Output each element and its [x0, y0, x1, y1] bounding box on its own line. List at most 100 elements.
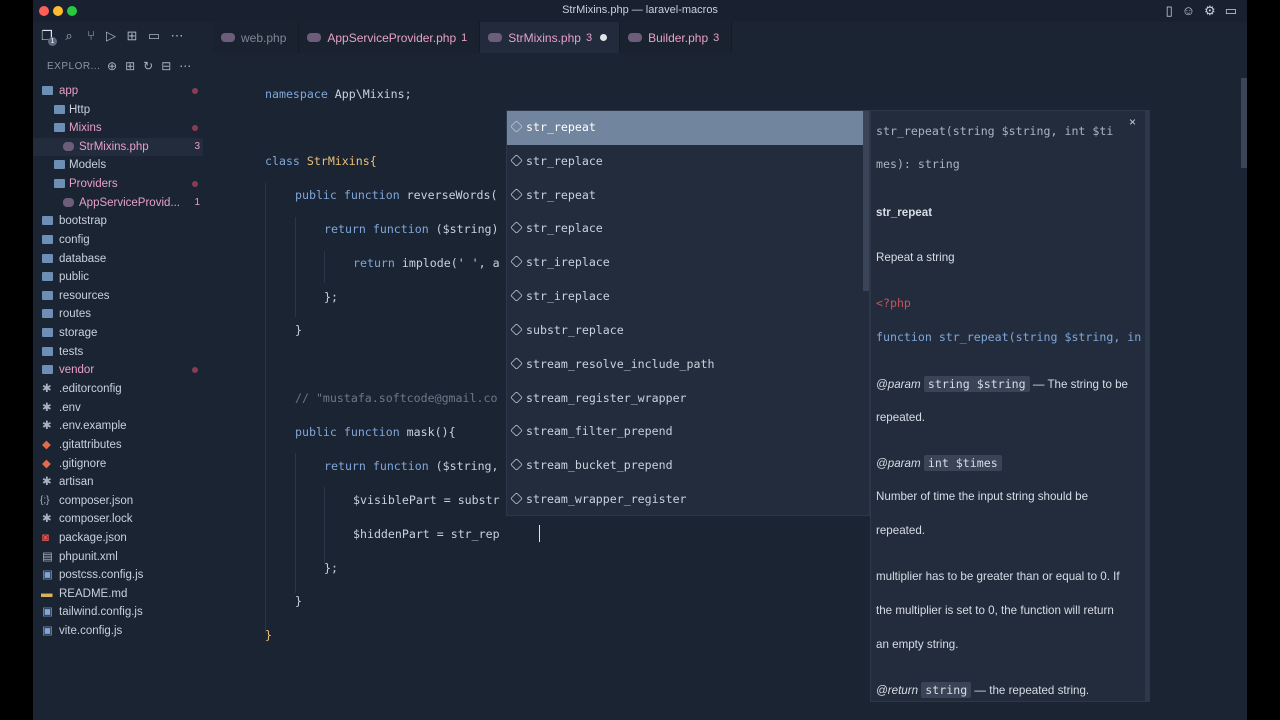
npm-icon: ◙: [42, 532, 49, 544]
source-control-icon[interactable]: ⑂: [83, 28, 99, 44]
tree-folder-database[interactable]: database: [33, 250, 203, 268]
php-file-icon: [628, 33, 643, 42]
tree-file-readme[interactable]: ▬ README.md: [33, 585, 203, 603]
suggestion-item[interactable]: str_replace: [507, 212, 869, 246]
tree-file-tailwind-config[interactable]: ▣ tailwind.config.js: [33, 603, 203, 621]
tab-web-php[interactable]: web.php: [213, 22, 300, 53]
gear-file-icon: ✱: [42, 383, 52, 395]
modified-dot-icon: [192, 125, 198, 131]
new-folder-icon[interactable]: ⊞: [125, 59, 135, 73]
tree-file-phpunit-xml[interactable]: ▤ phpunit.xml: [33, 548, 203, 566]
tree-folder-resources[interactable]: resources: [33, 287, 203, 305]
suggestion-item[interactable]: substr_replace: [507, 314, 869, 348]
tree-file-artisan[interactable]: ✱ artisan: [33, 473, 203, 491]
suggestion-item[interactable]: stream_register_wrapper: [507, 382, 869, 416]
extensions-icon[interactable]: ⊞: [124, 28, 140, 44]
close-details-icon[interactable]: ×: [1129, 115, 1136, 129]
refresh-icon[interactable]: ↻: [143, 59, 153, 73]
suggestion-item[interactable]: stream_bucket_prepend: [507, 449, 869, 483]
code-line: }: [295, 323, 302, 337]
new-file-icon[interactable]: ⊕: [107, 59, 117, 73]
method-icon: [510, 323, 523, 336]
problem-count: 1: [194, 197, 200, 208]
tree-file-env-example[interactable]: ✱ .env.example: [33, 417, 203, 435]
tree-file-gitattributes[interactable]: ◆ .gitattributes: [33, 436, 203, 454]
indent-guide: [324, 487, 325, 563]
tree-file-strmixins[interactable]: StrMixins.php 3: [33, 138, 203, 156]
tree-folder-providers[interactable]: Providers: [33, 175, 203, 193]
code-line: $visiblePart = substr: [353, 493, 500, 507]
tab-label: web.php: [241, 30, 287, 45]
run-debug-icon[interactable]: ▷: [103, 28, 119, 44]
tree-folder-tests[interactable]: tests: [33, 343, 203, 361]
code-line-active: $hiddenPart = str_rep: [353, 527, 500, 541]
tab-builder[interactable]: Builder.php 3: [620, 22, 733, 53]
remote-explorer-icon[interactable]: ▭: [146, 28, 162, 44]
more-views-icon[interactable]: ⋯: [169, 28, 185, 44]
explorer-files-icon[interactable]: ❐ 1: [39, 28, 57, 46]
tree-file-editorconfig[interactable]: ✱ .editorconfig: [33, 380, 203, 398]
copilot-icon[interactable]: ☺: [1182, 3, 1195, 19]
method-icon: [510, 188, 523, 201]
tree-file-vite-config[interactable]: ▣ vite.config.js: [33, 622, 203, 640]
suggestion-item[interactable]: stream_filter_prepend: [507, 415, 869, 449]
tree-file-appserviceprovider[interactable]: AppServiceProvid... 1: [33, 194, 203, 212]
tree-folder-http[interactable]: Http: [33, 101, 203, 119]
more-actions-icon[interactable]: ⋯: [179, 59, 191, 73]
tree-folder-models[interactable]: Models: [33, 156, 203, 174]
code-line: return implode(' ', a: [353, 256, 500, 270]
explorer-title: EXPLOR...: [47, 61, 101, 72]
tree-folder-app[interactable]: app: [33, 82, 203, 100]
tree-folder-mixins[interactable]: Mixins: [33, 119, 203, 137]
tab-appserviceprovider[interactable]: AppServiceProvider.php 1: [299, 22, 481, 53]
toggle-panel-icon[interactable]: ▭: [1225, 3, 1237, 19]
unsaved-dot-icon[interactable]: [600, 34, 608, 41]
method-icon: [510, 424, 523, 437]
code-line: namespace App\Mixins;: [265, 87, 412, 101]
details-scrollbar[interactable]: [1145, 111, 1149, 701]
tree-file-postcss-config[interactable]: ▣ postcss.config.js: [33, 566, 203, 584]
editor-scrollbar[interactable]: [1241, 78, 1247, 168]
tree-folder-routes[interactable]: routes: [33, 305, 203, 323]
indent-guide: [324, 251, 325, 283]
tree-folder-bootstrap[interactable]: bootstrap: [33, 212, 203, 230]
suggestion-scrollbar[interactable]: [863, 111, 869, 291]
suggestion-item[interactable]: str_repeat: [507, 179, 869, 213]
tree-file-composer-json[interactable]: {;} composer.json: [33, 492, 203, 510]
tree-folder-config[interactable]: config: [33, 231, 203, 249]
doc-name: str_repeat: [876, 206, 933, 219]
toggle-sidebar-icon[interactable]: ▯: [1166, 3, 1173, 19]
gear-file-icon: ✱: [42, 513, 52, 525]
folder-icon: [54, 160, 65, 169]
tab-problem-count: 3: [585, 31, 593, 44]
suggestion-item[interactable]: stream_wrapper_register: [507, 483, 869, 517]
tab-strmixins[interactable]: StrMixins.php 3: [480, 22, 621, 53]
suggestion-item[interactable]: stream_resolve_include_path: [507, 348, 869, 382]
suggestion-item[interactable]: str_ireplace: [507, 246, 869, 280]
doc-php-tag: <?php: [876, 296, 911, 310]
tree-folder-storage[interactable]: storage: [33, 324, 203, 342]
suggestion-item[interactable]: str_repeat: [507, 111, 869, 145]
folder-open-icon: [54, 123, 65, 132]
tab-problem-count: 1: [461, 31, 468, 44]
php-file-icon: [307, 33, 322, 42]
collapse-all-icon[interactable]: ⊟: [161, 59, 171, 73]
tree-folder-public[interactable]: public: [33, 268, 203, 286]
doc-param-desc: repeated.: [876, 524, 925, 537]
code-line: class StrMixins{: [265, 154, 377, 168]
folder-open-icon: [42, 86, 53, 95]
php-file-icon: [221, 33, 235, 42]
settings-gear-icon[interactable]: ⚙: [1204, 3, 1216, 19]
tree-file-env[interactable]: ✱ .env: [33, 399, 203, 417]
suggestion-item[interactable]: str_replace: [507, 145, 869, 179]
tree-file-composer-lock[interactable]: ✱ composer.lock: [33, 510, 203, 528]
tree-file-package-json[interactable]: ◙ package.json: [33, 529, 203, 547]
doc-code: function str_repeat(string $string, in: [876, 330, 1142, 344]
tree-file-gitignore[interactable]: ◆ .gitignore: [33, 455, 203, 473]
suggestion-item[interactable]: str_ireplace: [507, 280, 869, 314]
folder-open-icon: [54, 179, 65, 188]
git-icon: ◆: [42, 439, 51, 451]
gear-file-icon: ✱: [42, 420, 52, 432]
tree-folder-vendor[interactable]: vendor: [33, 361, 203, 379]
search-icon[interactable]: ⌕: [61, 28, 77, 44]
